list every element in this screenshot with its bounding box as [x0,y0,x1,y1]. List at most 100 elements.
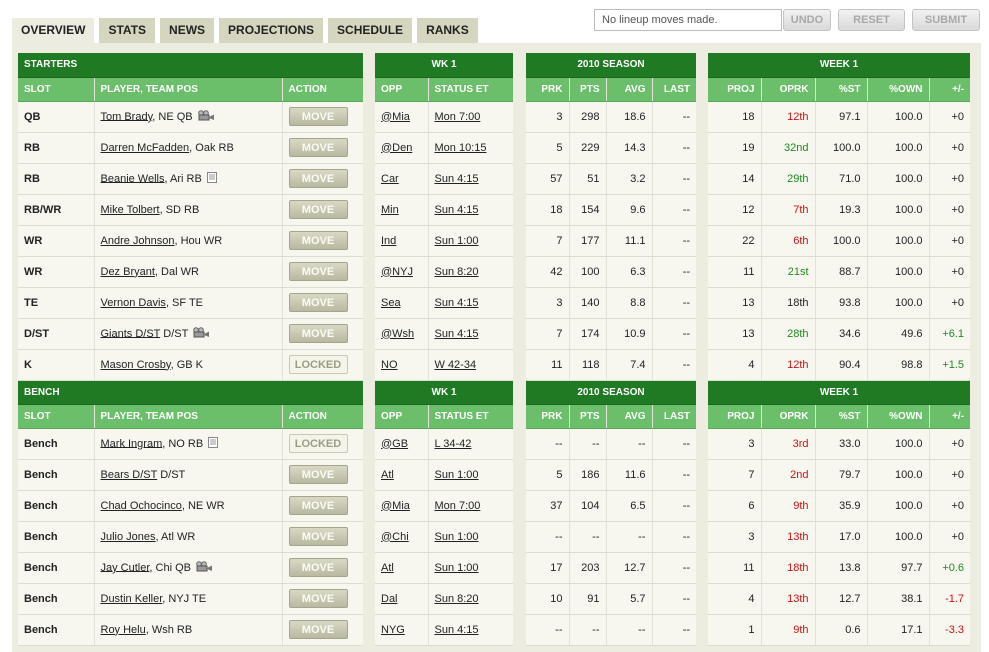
tab-stats[interactable]: STATS [99,18,156,43]
game-status-link[interactable]: Sun 1:00 [435,235,479,247]
slot-label: TE [18,287,94,319]
game-status-link[interactable]: Sun 1:00 [435,562,479,574]
news-icon[interactable] [206,171,217,186]
player-link[interactable]: Roy Helu [101,624,146,636]
opponent-link[interactable]: @Mia [381,500,410,512]
move-button[interactable]: MOVE [288,465,348,484]
player-cell: Tom Brady, NE QB [93,101,282,133]
game-status-link[interactable]: Sun 4:15 [435,173,479,185]
col-opp: OPP [375,404,428,429]
player-link[interactable]: Beanie Wells [101,172,165,184]
opponent-link[interactable]: Atl [381,469,394,481]
move-button[interactable]: MOVE [288,138,348,157]
opponent-link[interactable]: Atl [381,562,394,574]
game-status-link[interactable]: Sun 1:00 [435,469,479,481]
video-icon[interactable] [196,560,213,575]
move-button[interactable]: MOVE [288,589,348,608]
game-status-link[interactable]: Sun 4:15 [435,328,479,340]
opponent-link[interactable]: Ind [381,235,396,247]
game-status-link[interactable]: Sun 1:00 [435,531,479,543]
player-link[interactable]: Tom Brady [101,110,153,122]
game-status-link[interactable]: Mon 10:15 [435,142,487,154]
move-button[interactable]: MOVE [288,496,348,515]
percent-started: 71.0 [814,163,867,195]
opponent-link[interactable]: @NYJ [381,266,413,278]
game-status-link[interactable]: Sun 4:15 [435,297,479,309]
move-button[interactable]: MOVE [288,620,348,639]
status-cell: Sun 1:00 [427,459,513,491]
opponent-link[interactable]: @Wsh [381,328,414,340]
season-points: -- [568,521,606,553]
news-icon[interactable] [208,436,219,451]
move-button[interactable]: MOVE [288,169,348,188]
game-status-link[interactable]: Sun 4:15 [435,204,479,216]
action-cell: MOVE [281,521,363,553]
undo-button[interactable]: UNDO [783,9,831,31]
move-button[interactable]: MOVE [288,558,348,577]
action-cell: LOCKED [281,349,363,381]
season-average: 7.4 [605,349,652,381]
tab-schedule[interactable]: SCHEDULE [328,18,413,43]
reset-button[interactable]: RESET [838,9,905,31]
opponent-rank: 18th [760,287,815,319]
tab-news[interactable]: NEWS [160,18,215,43]
action-cell: MOVE [281,163,363,195]
action-cell: MOVE [281,132,363,164]
game-status-link[interactable]: Mon 7:00 [435,500,481,512]
player-link[interactable]: Bears D/ST [101,469,158,481]
player-link[interactable]: Mark Ingram [101,437,163,449]
player-link[interactable]: Julio Jones [101,531,156,543]
game-status-link[interactable]: W 42-34 [435,359,477,371]
status-cell: Sun 1:00 [427,225,513,257]
game-status-link[interactable]: Sun 4:15 [435,624,479,636]
opponent-link[interactable]: NYG [381,624,405,636]
player-link[interactable]: Dustin Keller [101,593,163,605]
opponent-link[interactable]: NO [381,359,398,371]
tab-overview[interactable]: OVERVIEW [12,18,95,43]
game-status-link[interactable]: Mon 7:00 [435,111,481,123]
opponent-link[interactable]: Dal [381,593,398,605]
move-button[interactable]: MOVE [288,200,348,219]
opponent-link[interactable]: @GB [381,438,408,450]
opp-cell: Car [375,163,428,195]
status-cell: Sun 1:00 [427,521,513,553]
opponent-link[interactable]: @Chi [381,531,409,543]
move-button[interactable]: MOVE [288,231,348,250]
move-button[interactable]: MOVE [288,527,348,546]
player-link[interactable]: Giants D/ST [101,327,161,339]
move-button[interactable]: MOVE [288,324,348,343]
player-link[interactable]: Chad Ochocinco [101,500,182,512]
col-pts: PTS [568,404,606,429]
player-link[interactable]: Darren McFadden [101,142,190,154]
player-team-pos: , Wsh RB [145,623,193,636]
player-link[interactable]: Dez Bryant [101,266,155,278]
opponent-link[interactable]: Car [381,173,399,185]
player-link[interactable]: Jay Cutler [101,561,150,573]
game-status-link[interactable]: Sun 8:20 [435,593,479,605]
opponent-link[interactable]: @Mia [381,111,410,123]
opponent-rank: 13th [760,583,815,615]
video-icon[interactable] [193,326,210,341]
player-link[interactable]: Vernon Davis [101,297,166,309]
game-status-link[interactable]: Sun 8:20 [435,266,479,278]
move-button[interactable]: MOVE [288,262,348,281]
move-button[interactable]: MOVE [288,293,348,312]
season-rank: 18 [526,194,569,226]
player-link[interactable]: Andre Johnson [101,235,175,247]
week-group-header: WK 1 [375,380,513,405]
video-icon[interactable] [197,109,215,124]
opponent-link[interactable]: Min [381,204,399,216]
game-status-link[interactable]: L 34-42 [435,438,472,450]
player-link[interactable]: Mike Tolbert [101,204,160,216]
tab-projections[interactable]: PROJECTIONS [219,18,324,43]
player-link[interactable]: Mason Crosby [101,359,171,371]
tab-ranks[interactable]: RANKS [417,18,478,43]
opponent-link[interactable]: @Den [381,142,412,154]
opponent-link[interactable]: Sea [381,297,401,309]
col-prk: PRK [526,404,569,429]
season-points: -- [568,614,606,646]
submit-button[interactable]: SUBMIT [912,9,980,31]
move-button[interactable]: MOVE [288,107,348,126]
player-cell: Mark Ingram, NO RB [93,428,282,460]
projection-group-header: WEEK 1 [708,380,971,405]
